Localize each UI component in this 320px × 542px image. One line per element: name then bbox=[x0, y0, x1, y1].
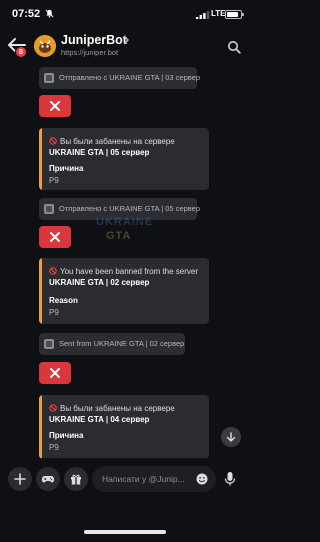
server-icon bbox=[44, 204, 54, 214]
cellular-signal-icon bbox=[196, 11, 210, 19]
embed-field-value: P9 bbox=[49, 176, 59, 185]
embed-accent-bar bbox=[39, 258, 42, 324]
watermark-line-1: UKRAINE bbox=[96, 216, 154, 228]
embed-accent-bar bbox=[39, 128, 42, 190]
embed-field-name: Reason bbox=[49, 296, 78, 305]
attach-button[interactable] bbox=[8, 467, 32, 491]
close-button[interactable] bbox=[39, 362, 71, 384]
embed-title-server: UKRAINE GTA | 05 сервер bbox=[49, 148, 150, 157]
embed-title-text: Вы были забанены на сервере bbox=[60, 137, 175, 146]
home-indicator[interactable] bbox=[84, 530, 166, 534]
watermark-line-2: GTA bbox=[106, 230, 132, 242]
embed-field-value: P9 bbox=[49, 443, 59, 452]
footer-text: Отправлено с UKRAINE GTA | 05 сервер bbox=[59, 204, 201, 213]
embed-title: Вы были забанены на сервере UKRAINE GTA … bbox=[49, 403, 201, 425]
activities-button[interactable] bbox=[36, 467, 60, 491]
embed-title: You have been banned from the server UKR… bbox=[49, 266, 201, 288]
gift-button[interactable] bbox=[64, 467, 88, 491]
footer-text: Отправлено с UKRAINE GTA | 03 сервер bbox=[59, 73, 201, 82]
chevron-right-icon[interactable] bbox=[122, 35, 130, 45]
search-icon[interactable] bbox=[227, 40, 241, 54]
ban-embed: You have been banned from the server UKR… bbox=[39, 258, 209, 324]
embed-field-value: P9 bbox=[49, 308, 59, 317]
juniper-avatar-icon bbox=[34, 35, 56, 57]
close-button[interactable] bbox=[39, 95, 71, 117]
battery-icon bbox=[225, 10, 244, 19]
message-composer bbox=[0, 458, 250, 508]
notifications-muted-icon bbox=[45, 9, 54, 18]
embed-field-name: Причина bbox=[49, 431, 84, 440]
gift-icon bbox=[71, 474, 81, 485]
gamepad-icon bbox=[42, 476, 54, 483]
bot-avatar[interactable] bbox=[34, 35, 56, 57]
x-icon bbox=[50, 232, 60, 242]
jump-to-bottom-button[interactable] bbox=[221, 427, 241, 447]
unread-badge: 8 bbox=[15, 46, 27, 58]
bot-url[interactable]: https://juniper.bot bbox=[61, 48, 118, 57]
no-entry-icon bbox=[49, 404, 57, 412]
embed-title-text: Вы были забанены на сервере bbox=[60, 404, 175, 413]
channel-header: 8 JuniperBot https://juniper.bot bbox=[0, 30, 250, 64]
server-icon bbox=[44, 73, 54, 83]
embed-title: Вы были забанены на сервере UKRAINE GTA … bbox=[49, 136, 201, 158]
arrow-down-icon bbox=[226, 432, 236, 442]
microphone-icon[interactable] bbox=[224, 471, 236, 487]
network-type: LTE bbox=[211, 9, 226, 18]
embed-field-name: Причина bbox=[49, 164, 84, 173]
embed-accent-bar bbox=[39, 395, 42, 458]
x-icon bbox=[50, 101, 60, 111]
ban-embed: Вы были забанены на сервере UKRAINE GTA … bbox=[39, 395, 209, 458]
embed-title-server: UKRAINE GTA | 04 сервер bbox=[49, 415, 150, 424]
embed-title-server: UKRAINE GTA | 02 сервер bbox=[49, 278, 150, 287]
ban-embed: Вы были забанены на сервере UKRAINE GTA … bbox=[39, 128, 209, 190]
status-time: 07:52 bbox=[12, 8, 41, 20]
no-entry-icon bbox=[49, 137, 57, 145]
embed-title-text: You have been banned from the server bbox=[60, 267, 199, 276]
watermark-logo: UKRAINE GTA bbox=[96, 216, 160, 264]
embed-footer: Отправлено с UKRAINE GTA | 03 сервер bbox=[39, 67, 201, 89]
bot-name[interactable]: JuniperBot bbox=[61, 33, 127, 47]
battery-level bbox=[227, 12, 238, 17]
plus-icon bbox=[14, 473, 26, 485]
embed-footer: Sent from UKRAINE GTA | 02 сервер bbox=[39, 333, 185, 355]
close-button[interactable] bbox=[39, 226, 71, 248]
footer-text: Sent from UKRAINE GTA | 02 сервер bbox=[59, 339, 185, 348]
x-icon bbox=[50, 368, 60, 378]
no-entry-icon bbox=[49, 267, 57, 275]
status-bar: 07:52 LTE bbox=[0, 0, 250, 30]
emoji-icon[interactable] bbox=[196, 473, 208, 485]
server-icon bbox=[44, 339, 54, 349]
